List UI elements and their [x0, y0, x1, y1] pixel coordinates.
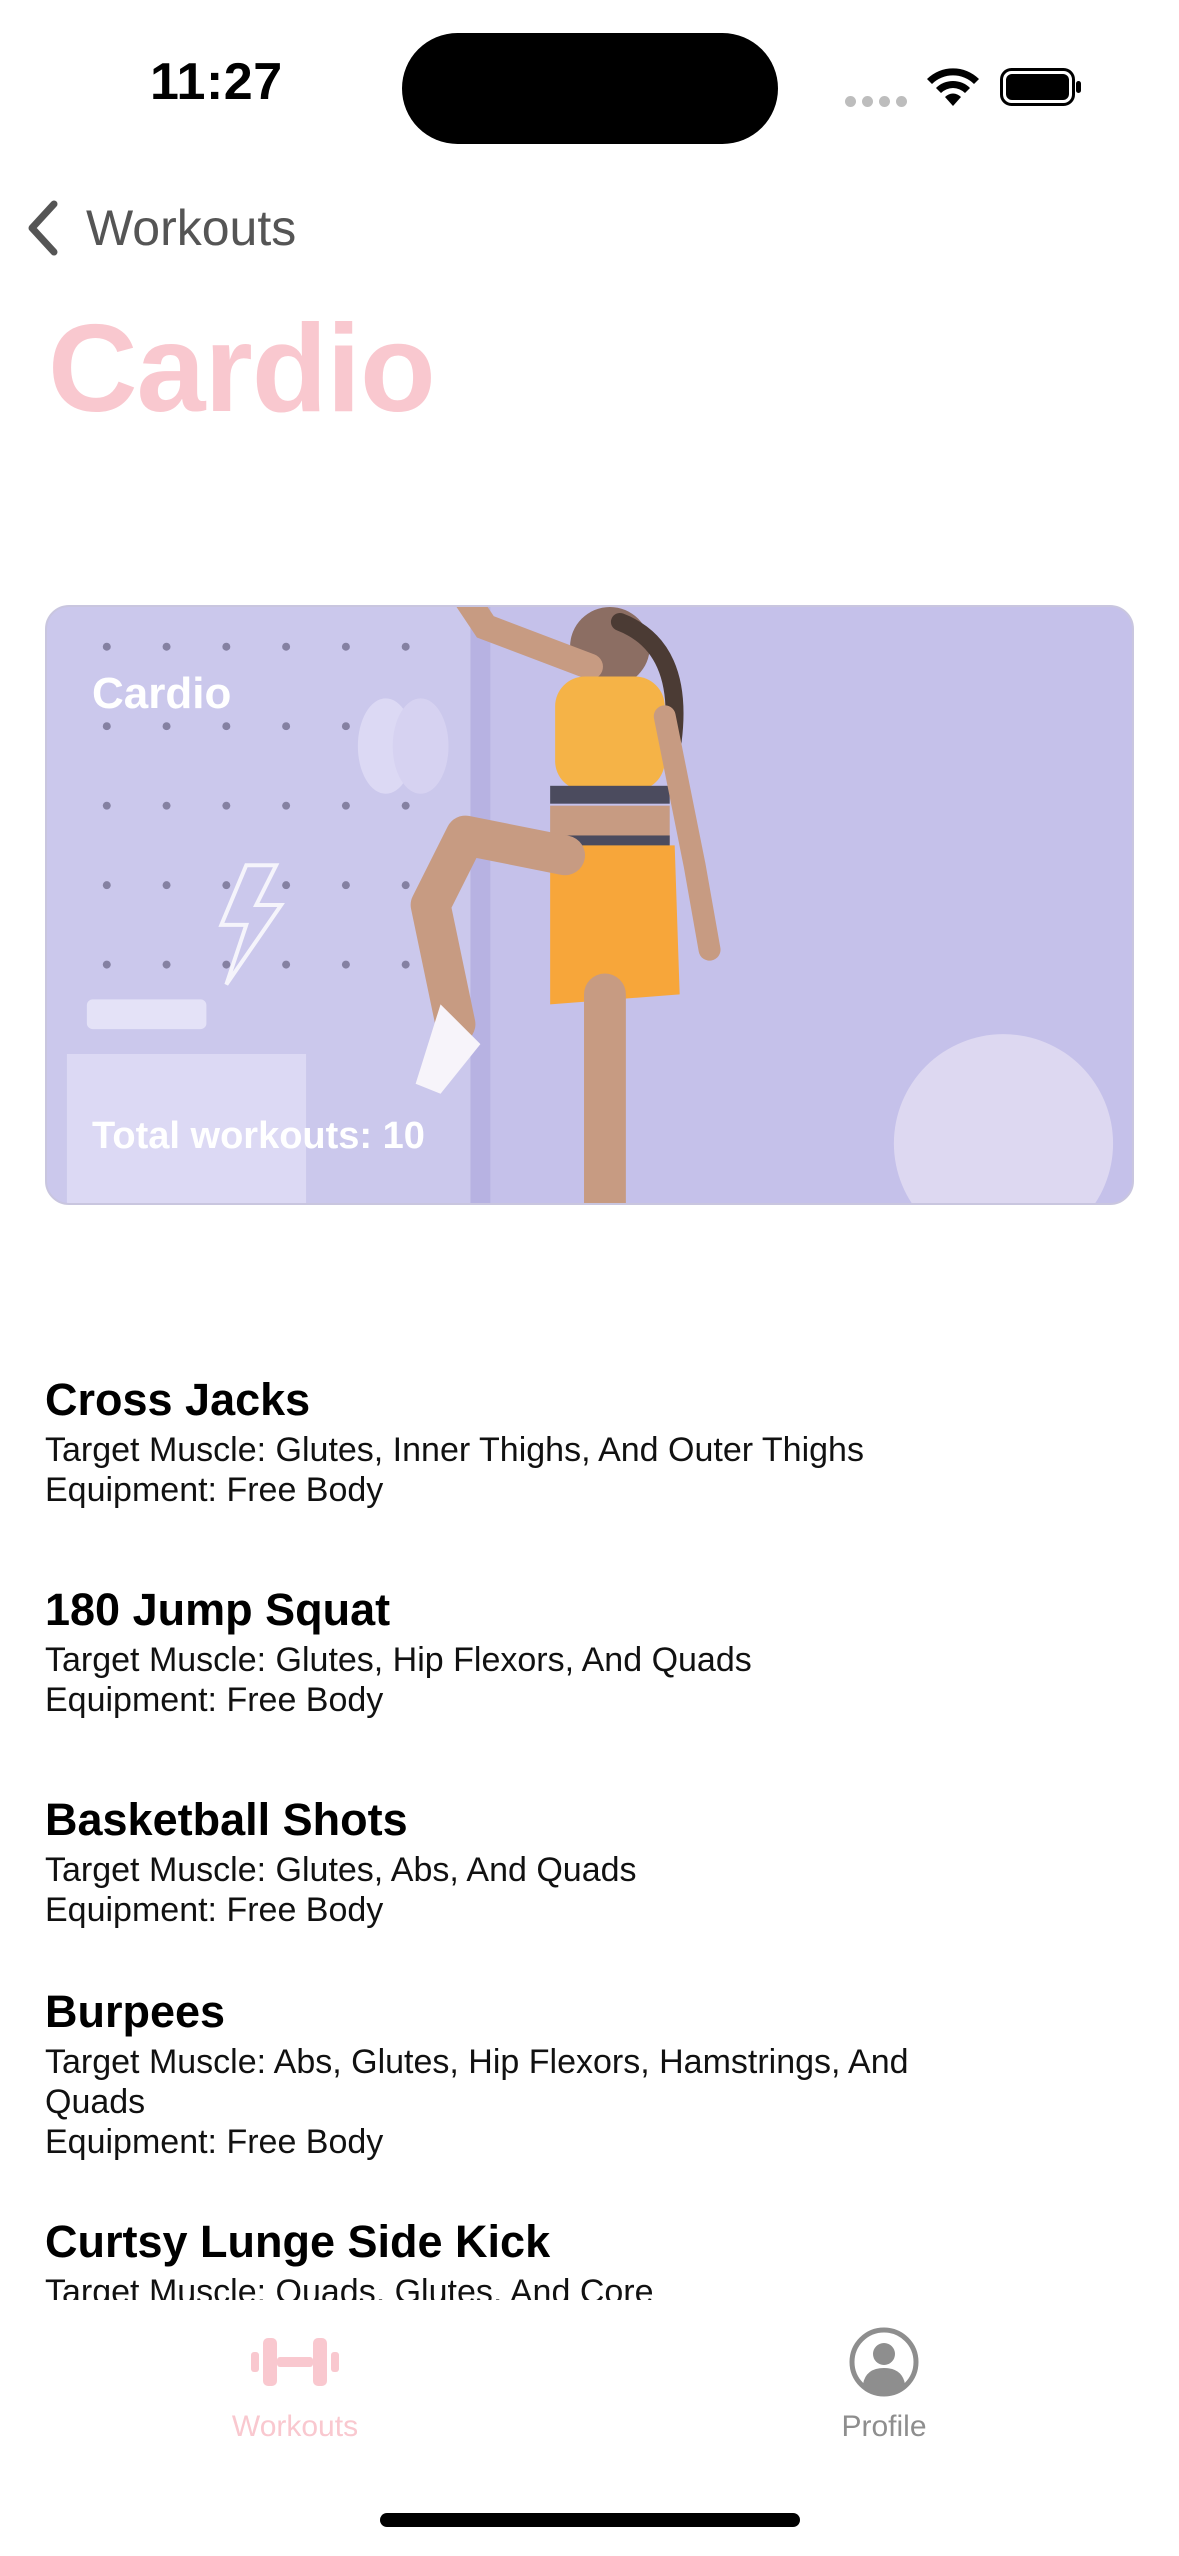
dynamic-island [402, 33, 778, 144]
back-label: Workouts [86, 200, 297, 256]
workout-equipment: Equipment: Free Body [45, 2123, 384, 2161]
workout-item-curtsy-lunge-side-kick[interactable]: Curtsy Lunge Side Kick Target Muscle: Qu… [45, 2212, 654, 2310]
tab-workouts[interactable]: Workouts [165, 2326, 425, 2466]
workout-equipment: Equipment: Free Body [45, 1891, 384, 1929]
workout-item-burpees[interactable]: Burpees Target Muscle: Abs, Glutes, Hip … [45, 1982, 925, 2162]
workout-equipment: Equipment: Free Body [45, 1471, 384, 1509]
home-indicator [380, 2513, 800, 2527]
cellular-signal-icon [845, 96, 907, 108]
workout-name: Basketball Shots [45, 1794, 408, 1845]
workout-item-basketball-shots[interactable]: Basketball Shots Target Muscle: Glutes, … [45, 1790, 637, 1930]
wifi-icon [927, 68, 979, 106]
workout-equipment: Equipment: Free Body [45, 1681, 384, 1719]
status-bar: 11:27 [0, 0, 1179, 160]
status-time: 11:27 [150, 53, 283, 111]
chevron-left-icon [28, 200, 58, 256]
workout-name: Burpees [45, 1986, 226, 2037]
back-button[interactable]: Workouts [22, 192, 296, 264]
hero-title: Cardio [92, 669, 232, 718]
category-hero-card[interactable]: Cardio Total workouts: 10 [45, 605, 1134, 1205]
workout-name: Cross Jacks [45, 1374, 311, 1425]
workout-target-muscle: Target Muscle: Abs, Glutes, Hip Flexors,… [45, 2043, 909, 2121]
dumbbell-icon [251, 2338, 339, 2386]
workout-target-muscle: Target Muscle: Glutes, Hip Flexors, And … [45, 1641, 752, 1679]
total-workouts-label: Total workouts: 10 [92, 1115, 425, 1157]
workout-item-cross-jacks[interactable]: Cross Jacks Target Muscle: Glutes, Inner… [45, 1370, 864, 1510]
person-circle-icon [849, 2327, 919, 2397]
workout-target-muscle: Target Muscle: Glutes, Inner Thighs, And… [45, 1431, 864, 1469]
tab-profile[interactable]: Profile [754, 2326, 1014, 2466]
workout-target-muscle: Target Muscle: Glutes, Abs, And Quads [45, 1851, 637, 1889]
tab-workouts-label: Workouts [231, 2410, 359, 2443]
workout-item-180-jump-squat[interactable]: 180 Jump Squat Target Muscle: Glutes, Hi… [45, 1580, 752, 1720]
workout-name: 180 Jump Squat [45, 1584, 391, 1635]
tab-profile-label: Profile [841, 2410, 927, 2443]
workout-name: Curtsy Lunge Side Kick [45, 2216, 551, 2267]
battery-icon [1000, 68, 1081, 106]
page-title: Cardio [48, 300, 436, 438]
workout-list[interactable]: Cross Jacks Target Muscle: Glutes, Inner… [45, 1370, 1135, 2310]
